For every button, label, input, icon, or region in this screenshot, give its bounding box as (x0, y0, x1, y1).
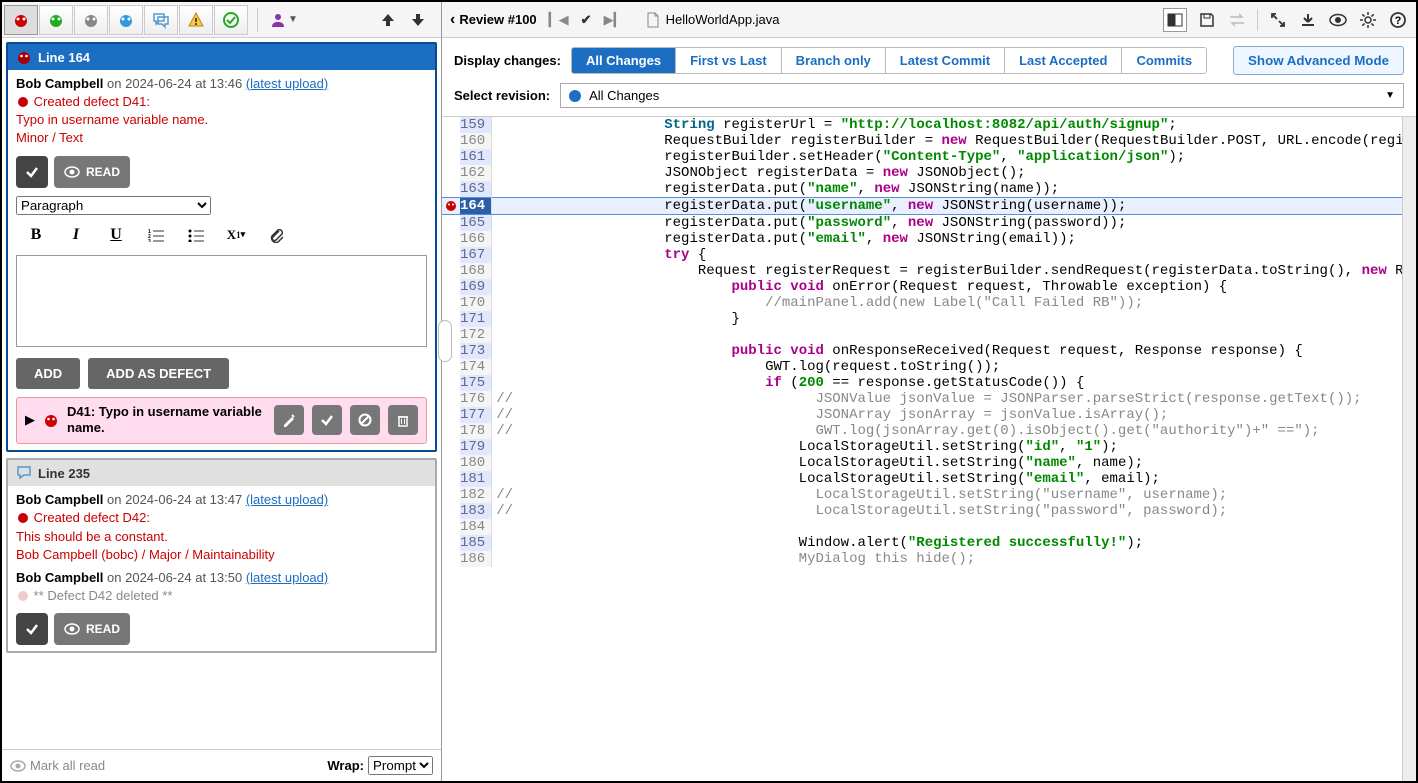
eye-icon (64, 623, 80, 635)
comment-meta: Bob Campbell on 2024-06-24 at 13:50 (lat… (16, 570, 427, 585)
code-view[interactable]: 159 String registerUrl = "http://localho… (442, 117, 1416, 567)
svg-text:3: 3 (148, 239, 151, 242)
comment-card: Line 235 Bob Campbell on 2024-06-24 at 1… (6, 458, 437, 653)
block-defect-button[interactable] (350, 405, 380, 435)
last-icon[interactable]: ▶▎ (604, 12, 624, 28)
check-icon[interactable]: ✔ (581, 12, 592, 28)
latest-upload-link[interactable]: (latest upload) (246, 76, 328, 91)
latest-upload-link[interactable]: (latest upload) (246, 570, 328, 585)
unordered-list-button[interactable] (176, 221, 216, 249)
svg-text:?: ? (1395, 15, 1402, 27)
comment-header[interactable]: Line 164 (8, 44, 435, 70)
accept-check-button[interactable] (16, 156, 48, 188)
file-tab[interactable]: HelloWorldApp.java (636, 12, 790, 28)
bug-marker-icon[interactable] (444, 198, 458, 212)
bug-icon (16, 510, 30, 524)
changes-tab[interactable]: Commits (1122, 48, 1206, 73)
split-drag-handle[interactable] (438, 320, 452, 362)
wrap-select[interactable]: Prompt (368, 756, 433, 775)
add-button[interactable]: ADD (16, 358, 80, 389)
user-icon (270, 12, 286, 28)
help-icon[interactable]: ? (1388, 10, 1408, 30)
add-defect-button[interactable]: ADD AS DEFECT (88, 358, 229, 389)
comment-card: Line 164 Bob Campbell on 2024-06-24 at 1… (6, 42, 437, 452)
ordered-list-button[interactable]: 123 (136, 221, 176, 249)
changes-tab[interactable]: First vs Last (676, 48, 782, 73)
defect-text: Created defect D42: This should be a con… (16, 509, 427, 564)
bug-icon (16, 49, 32, 65)
italic-button[interactable]: I (56, 221, 96, 249)
read-button[interactable]: READ (54, 613, 130, 645)
bug-icon (16, 94, 30, 108)
changes-tab[interactable]: Latest Commit (886, 48, 1005, 73)
mark-all-read-button[interactable]: Mark all read (10, 758, 105, 773)
comment-header[interactable]: Line 235 (8, 460, 435, 486)
chat-icon[interactable] (144, 5, 178, 35)
comment-textarea[interactable] (16, 255, 427, 347)
revision-dot-icon (569, 90, 581, 102)
read-button[interactable]: READ (54, 156, 130, 188)
comment-meta: Bob Campbell on 2024-06-24 at 13:46 (lat… (16, 76, 427, 91)
deleted-defect-text: ** Defect D42 deleted ** (16, 587, 427, 605)
separator (1257, 9, 1258, 31)
bug-green-icon[interactable] (39, 5, 73, 35)
eye-icon (10, 760, 26, 772)
bold-button[interactable]: B (16, 221, 56, 249)
chat-icon (16, 465, 32, 481)
bug-blue-icon[interactable] (109, 5, 143, 35)
revision-select[interactable]: All Changes (560, 83, 1404, 108)
eye-icon (64, 166, 80, 178)
back-review-button[interactable]: ‹ Review #100 (450, 11, 537, 29)
arrow-down-icon[interactable] (409, 11, 427, 29)
overview-ruler[interactable] (1402, 117, 1416, 781)
bug-faded-icon (16, 588, 30, 602)
changes-tab[interactable]: All Changes (572, 48, 676, 73)
subscript-button[interactable]: X1 ▾ (216, 221, 256, 249)
display-changes-label: Display changes: (454, 53, 561, 68)
latest-upload-link[interactable]: (latest upload) (246, 492, 328, 507)
preview-eye-icon[interactable] (1328, 10, 1348, 30)
user-dropdown[interactable]: ▼ (264, 12, 304, 28)
rich-text-toolbar: B I U 123 X1 ▾ (16, 221, 427, 249)
check-defect-button[interactable] (312, 405, 342, 435)
separator (257, 8, 258, 32)
changes-tabs: All ChangesFirst vs LastBranch onlyLates… (571, 47, 1207, 74)
bug-icon (43, 412, 59, 428)
split-view-icon[interactable] (1163, 8, 1187, 32)
changes-tab[interactable]: Branch only (782, 48, 886, 73)
comment-line-label: Line 164 (38, 50, 90, 65)
gear-icon[interactable] (1358, 10, 1378, 30)
changes-tab[interactable]: Last Accepted (1005, 48, 1122, 73)
comment-line-label: Line 235 (38, 466, 90, 481)
check-circle-icon[interactable] (214, 5, 248, 35)
save-icon[interactable] (1197, 10, 1217, 30)
attach-button[interactable] (256, 221, 296, 249)
accept-check-button[interactable] (16, 613, 48, 645)
comment-meta: Bob Campbell on 2024-06-24 at 13:47 (lat… (16, 492, 427, 507)
defect-text: Created defect D41: Typo in username var… (16, 93, 427, 148)
swap-icon[interactable] (1227, 10, 1247, 30)
bug-red-icon[interactable] (4, 5, 38, 35)
edit-defect-button[interactable] (274, 405, 304, 435)
defect-item: ▶ D41: Typo in username variable name. (16, 397, 427, 445)
revision-label: Select revision: (454, 88, 550, 103)
download-icon[interactable] (1298, 10, 1318, 30)
file-icon (646, 12, 660, 28)
underline-button[interactable]: U (96, 221, 136, 249)
chevron-left-icon: ‹ (450, 11, 455, 29)
expand-icon[interactable]: ▶ (25, 412, 35, 428)
paragraph-select[interactable]: Paragraph (16, 196, 211, 215)
arrow-up-icon[interactable] (379, 11, 397, 29)
expand-icon[interactable] (1268, 10, 1288, 30)
warning-icon[interactable] (179, 5, 213, 35)
wrap-label: Wrap: (327, 758, 364, 773)
first-icon[interactable]: ▎◀ (549, 12, 569, 28)
advanced-mode-button[interactable]: Show Advanced Mode (1233, 46, 1404, 75)
delete-defect-button[interactable] (388, 405, 418, 435)
bug-grey-icon[interactable] (74, 5, 108, 35)
